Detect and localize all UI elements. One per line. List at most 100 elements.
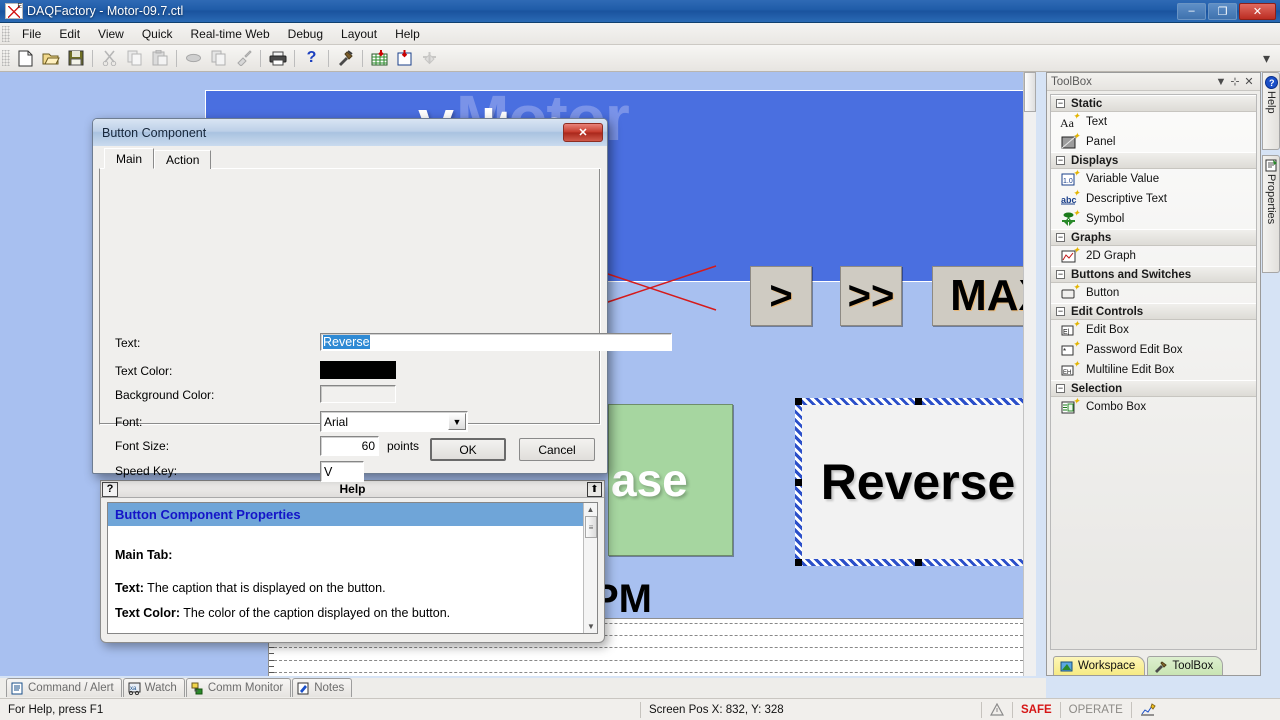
max-button[interactable]: MAX <box>932 266 1036 326</box>
collapse-icon[interactable]: − <box>1056 99 1065 108</box>
bottom-tab-command-alert[interactable]: Command / Alert <box>6 678 122 697</box>
speed-key-input[interactable]: V <box>320 461 364 482</box>
toolbox-group-edit-controls[interactable]: − Edit Controls <box>1051 303 1256 320</box>
auto-hide-tab-properties[interactable]: Properties <box>1262 155 1280 273</box>
copy-icon[interactable] <box>123 47 146 69</box>
text-color-swatch[interactable] <box>320 361 396 379</box>
toolbox-item-text[interactable]: Aa ✦ Text <box>1051 111 1256 132</box>
svg-text:?: ? <box>1269 78 1275 88</box>
font-combo-box[interactable]: Arial ▼ <box>320 411 468 432</box>
menu-view[interactable]: View <box>89 24 133 44</box>
bottom-tab-watch[interactable]: xa Watch <box>122 678 185 697</box>
chart-pencil-icon[interactable] <box>1132 699 1164 720</box>
toolbox-item-variable-value[interactable]: 1.0 ✦ Variable Value <box>1051 168 1256 189</box>
auto-hide-tab-help[interactable]: ? Help <box>1262 72 1280 150</box>
scroll-up-icon[interactable]: ▲ <box>584 503 597 516</box>
tab-main[interactable]: Main <box>104 148 155 169</box>
status-badge-safe[interactable]: SAFE <box>1013 699 1060 720</box>
toolbox-item-panel[interactable]: ✦ Panel <box>1051 131 1256 152</box>
bottom-tab-label: Command / Alert <box>28 682 114 694</box>
font-size-input[interactable]: 60 <box>320 436 379 456</box>
toolbox-item-password-edit-box[interactable]: * ✦ Password Edit Box <box>1051 339 1256 360</box>
toolbox-group-buttons-and-switches[interactable]: − Buttons and Switches <box>1051 266 1256 283</box>
toolbox-item-descriptive-text[interactable]: abc ✦ Descriptive Text <box>1051 188 1256 209</box>
chevron-down-icon[interactable]: ▼ <box>1214 76 1228 88</box>
help-scrollbar[interactable]: ▲ ≡ ▼ <box>583 503 597 633</box>
table-import-icon[interactable] <box>368 47 391 69</box>
menu-real-time-web[interactable]: Real-time Web <box>182 24 279 44</box>
minimize-button[interactable]: – <box>1177 2 1206 20</box>
menu-edit[interactable]: Edit <box>50 24 89 44</box>
undo-icon[interactable] <box>182 47 205 69</box>
tab-action[interactable]: Action <box>154 150 212 169</box>
menu-quick[interactable]: Quick <box>133 24 182 44</box>
tools-icon[interactable] <box>334 47 357 69</box>
toolbox-group-displays[interactable]: − Displays <box>1051 152 1256 169</box>
toolbox-group-graphs[interactable]: − Graphs <box>1051 229 1256 246</box>
text-input[interactable]: Reverse <box>320 333 672 351</box>
collapse-icon[interactable]: − <box>1056 156 1065 165</box>
page-import-icon[interactable] <box>393 47 416 69</box>
increase-fast-button[interactable]: >> <box>840 266 902 326</box>
collapse-icon[interactable]: − <box>1056 270 1065 279</box>
close-button[interactable]: ✕ <box>1239 2 1276 20</box>
restore-button[interactable]: ❐ <box>1208 2 1237 20</box>
resize-handle-sw[interactable] <box>795 559 802 566</box>
scroll-down-icon[interactable]: ▼ <box>584 620 597 633</box>
toolbox-item-edit-box[interactable]: E| ✦ Edit Box <box>1051 319 1256 340</box>
resize-handle-nw[interactable] <box>795 398 802 405</box>
open-icon[interactable] <box>39 47 62 69</box>
warning-triangle-icon[interactable] <box>982 699 1012 720</box>
toolbar-overflow-button[interactable]: ▾ <box>1255 47 1278 69</box>
increase-step-button[interactable]: > <box>750 266 812 326</box>
menu-grip-icon[interactable] <box>2 25 10 42</box>
toolbox-group-static[interactable]: − Static <box>1051 95 1256 112</box>
pin-icon[interactable]: ⊹ <box>1228 75 1242 88</box>
duplicate-icon[interactable] <box>207 47 230 69</box>
cancel-button[interactable]: Cancel <box>519 438 595 461</box>
menu-file[interactable]: File <box>13 24 50 44</box>
dock-tab-workspace[interactable]: Workspace <box>1053 656 1146 675</box>
dock-tab-toolbox[interactable]: ToolBox <box>1147 656 1224 675</box>
valve-icon[interactable] <box>418 47 441 69</box>
menu-debug[interactable]: Debug <box>279 24 332 44</box>
pin-icon[interactable]: ⬆ <box>587 481 602 497</box>
bottom-tab-comm-monitor[interactable]: Comm Monitor <box>185 678 292 697</box>
reverse-button[interactable]: Reverse <box>802 405 1034 559</box>
toolbox-item-button[interactable]: ✦ Button <box>1051 282 1256 303</box>
collapse-icon[interactable]: − <box>1056 384 1065 393</box>
status-badge-operate[interactable]: OPERATE <box>1061 699 1131 720</box>
print-icon[interactable] <box>266 47 289 69</box>
toolbox-item-2d-graph[interactable]: ✦ 2D Graph <box>1051 245 1256 266</box>
resize-handle-n[interactable] <box>915 398 922 405</box>
scrollbar-thumb[interactable] <box>1024 72 1036 112</box>
resize-handle-s[interactable] <box>915 559 922 566</box>
toolbox-item-symbol[interactable]: ✦ Symbol <box>1051 208 1256 229</box>
cut-icon[interactable] <box>98 47 121 69</box>
bottom-tab-notes[interactable]: Notes <box>292 678 353 697</box>
background-color-swatch[interactable] <box>320 385 396 403</box>
menu-layout[interactable]: Layout <box>332 24 386 44</box>
toolbox-group-selection[interactable]: − Selection <box>1051 380 1256 397</box>
reverse-button-selection[interactable]: Reverse <box>795 398 1036 566</box>
question-mark-icon[interactable]: ? <box>102 481 118 497</box>
collapse-icon[interactable]: − <box>1056 233 1065 242</box>
toolbox-item-multiline-edit-box[interactable]: EH ✦ Multiline Edit Box <box>1051 359 1256 380</box>
toolbar-grip-icon[interactable] <box>2 50 10 66</box>
toolbox-item-combo-box[interactable]: ✦ Combo Box <box>1051 396 1256 417</box>
format-painter-icon[interactable] <box>232 47 255 69</box>
paste-icon[interactable] <box>148 47 171 69</box>
help-icon[interactable]: ? <box>300 47 323 69</box>
canvas-vertical-scrollbar[interactable] <box>1023 72 1036 676</box>
save-icon[interactable] <box>64 47 87 69</box>
increase-button[interactable]: ase <box>608 404 733 556</box>
close-icon[interactable]: ✕ <box>1242 75 1256 88</box>
collapse-icon[interactable]: − <box>1056 307 1065 316</box>
chevron-down-icon[interactable]: ▼ <box>448 413 466 430</box>
scrollbar-thumb[interactable]: ≡ <box>585 516 597 538</box>
resize-handle-w[interactable] <box>795 479 802 486</box>
ok-button[interactable]: OK <box>430 438 506 461</box>
dialog-close-button[interactable]: ✕ <box>563 123 603 142</box>
menu-help[interactable]: Help <box>386 24 429 44</box>
new-icon[interactable] <box>14 47 37 69</box>
